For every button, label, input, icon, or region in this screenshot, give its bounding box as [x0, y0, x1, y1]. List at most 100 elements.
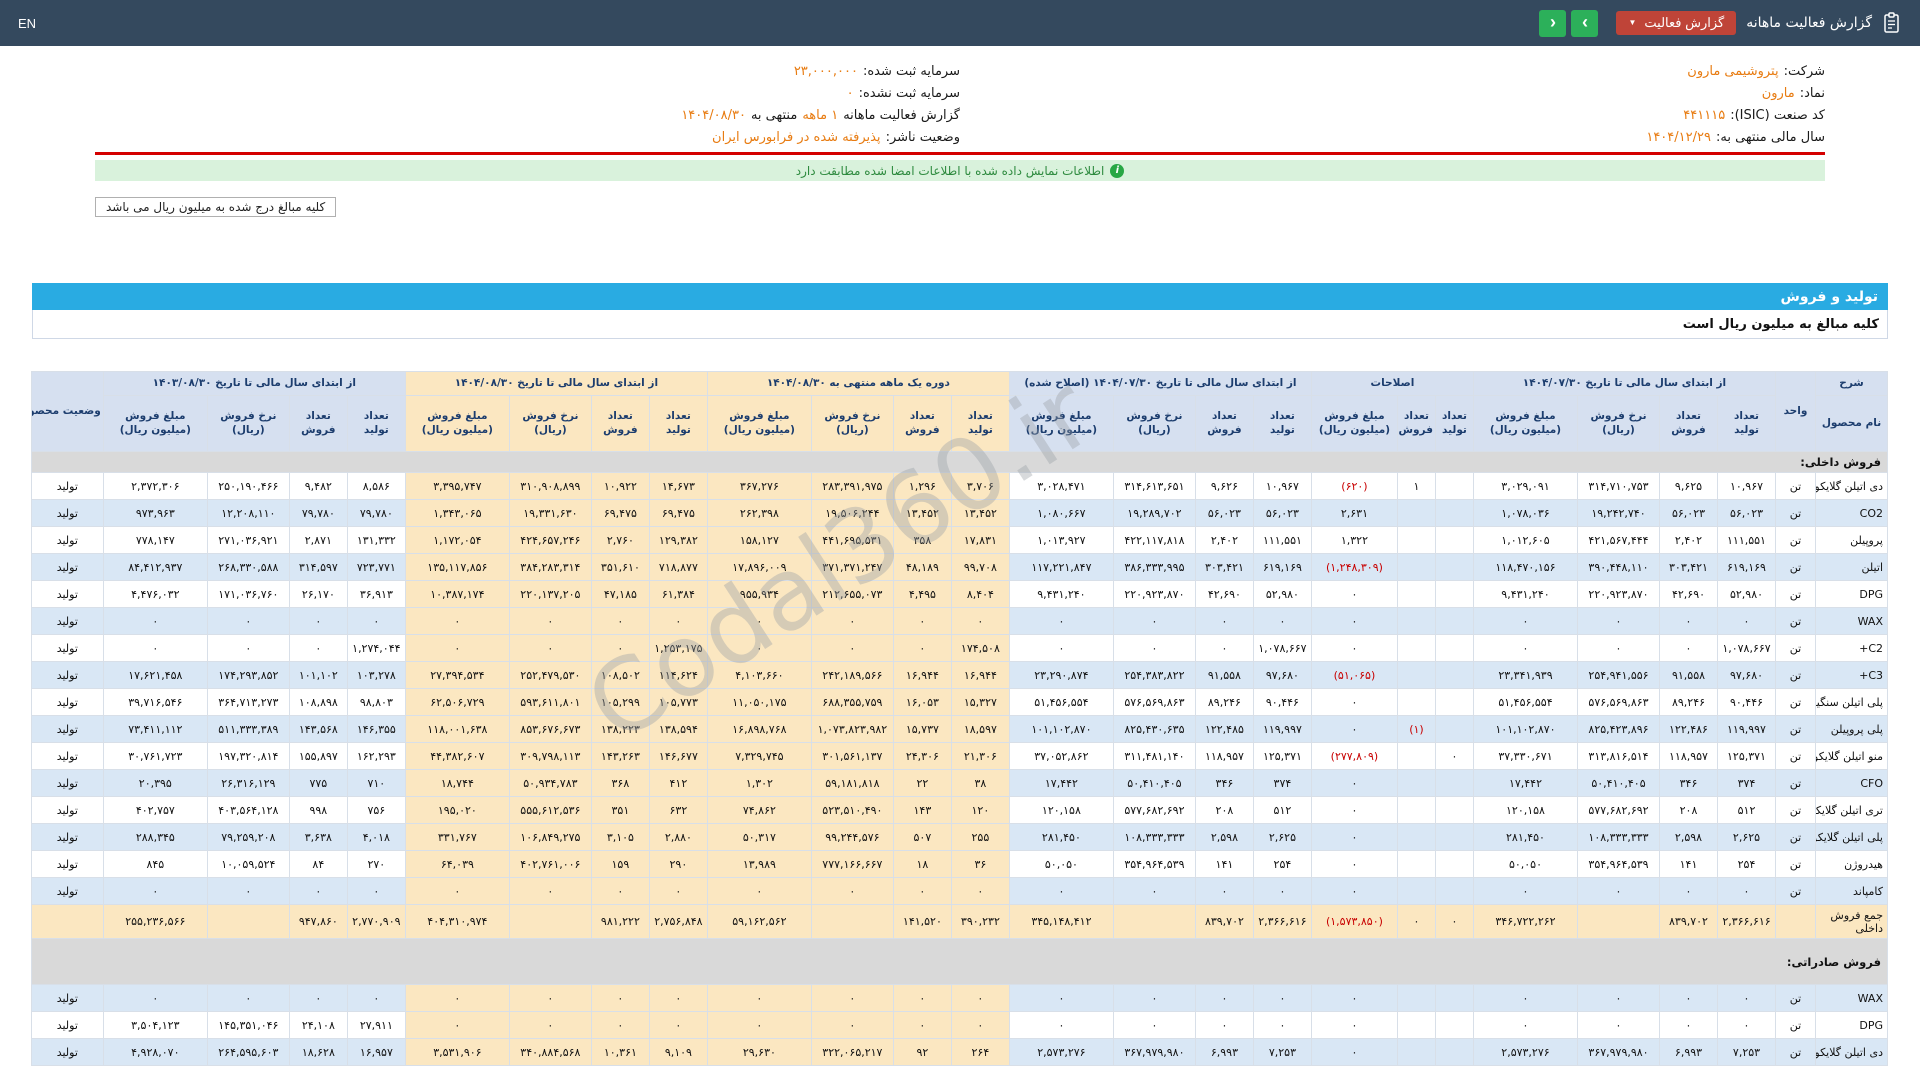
table-cell: ۲۴۲,۱۸۹,۵۶۶ — [810, 661, 894, 689]
previous-report-button[interactable]: ‹ — [1539, 9, 1567, 37]
table-cell: (۶۲۰) — [1310, 472, 1398, 500]
table-cell: ۱۵۹ — [590, 850, 650, 878]
table-cell: ۰ — [1434, 904, 1474, 939]
table-cell: ۳,۷۰۶ — [950, 472, 1010, 500]
table-cell: ۷۹,۷۸۰ — [288, 499, 348, 527]
table-cell — [1434, 607, 1474, 635]
info-value: ۲۳,۰۰۰,۰۰۰ — [793, 63, 858, 79]
table-cell: ۳۹,۷۱۶,۵۴۶ — [102, 688, 208, 716]
table-cell: ۲۳,۲۹۰,۸۷۴ — [1008, 661, 1114, 689]
table-cell: ۰ — [288, 607, 348, 635]
next-report-button[interactable]: › — [1571, 9, 1599, 37]
table-cell: ۰ — [706, 607, 812, 635]
table-cell — [1396, 796, 1436, 824]
table-cell: ۹۷,۶۸۰ — [1252, 661, 1312, 689]
table-cell: ۰ — [1008, 607, 1114, 635]
table-cell: ۲۵۴,۳۸۳,۸۲۲ — [1112, 661, 1196, 689]
table-cell: ۵۱,۴۵۶,۵۵۴ — [1472, 688, 1579, 716]
table-row: جمع فروش داخلی ۲,۳۶۶,۶۱۶ ۸۳۹,۷۰۲ ۳۴۶,۷۲۲,۲۶… — [30, 904, 1888, 939]
production-sales-table-wrap: شرح واحد از ابتدای سال مالی تا تاریخ ۱۴۰۴/… — [30, 354, 1889, 1066]
table-cell: ۲,۶۲۵ — [1252, 823, 1312, 851]
table-cell — [1396, 877, 1436, 905]
table-cell: ۰ — [206, 877, 290, 905]
unit-cell: تن — [1775, 607, 1816, 635]
table-cell — [1396, 607, 1436, 635]
unit-cell: تن — [1775, 742, 1816, 770]
table-row: اتیلن تن ۶۱۹,۱۶۹ ۳۰۳,۴۲۱ ۳۹۰,۴۴۸,۱۱۰ ۱۱۸,۴۷۰,… — [30, 553, 1888, 581]
table-cell: ۲۲۰,۱۳۷,۲۰۵ — [508, 580, 592, 608]
table-cell: ۵۰,۴۱۰,۴۰۵ — [1577, 769, 1660, 797]
table-cell: (۱,۵۷۳,۸۵۰) — [1310, 904, 1398, 939]
table-header-cell: از ابتدای سال مالی تا تاریخ ۱۴۰۴/۰۷/۳۰ — [1472, 371, 1777, 396]
table-cell: ۰ — [810, 1011, 894, 1039]
table-cell: ۱۴۳,۵۶۸ — [288, 715, 348, 743]
table-cell — [206, 904, 290, 939]
table-cell: ۰ — [892, 877, 952, 905]
table-cell: ۳۵۴,۹۶۴,۵۳۹ — [1577, 850, 1660, 878]
unit-cell: تن — [1775, 661, 1816, 689]
table-cell: ۲۶,۱۷۰ — [288, 580, 348, 608]
table-cell: ۲۶۴ — [950, 1038, 1010, 1066]
table-cell: ۵۲۳,۵۱۰,۴۹۰ — [810, 796, 894, 824]
table-cell: ۰ — [1310, 850, 1398, 878]
table-cell: ۳۴۰,۸۸۴,۵۶۸ — [508, 1038, 592, 1066]
table-cell: ۰ — [590, 634, 650, 662]
table-cell: ۵۲,۹۸۰ — [1252, 580, 1312, 608]
table-cell — [1396, 742, 1436, 770]
table-cell: ۲۱۲,۶۵۵,۰۷۳ — [810, 580, 894, 608]
table-cell: ۱۳,۴۵۲ — [950, 499, 1010, 527]
table-cell — [1396, 984, 1436, 1012]
table-cell: ۰ — [892, 634, 952, 662]
company-info-right-column: شرکت: پتروشیمی مارون نماد: مارون کد صنعت (IS… — [960, 60, 1825, 148]
product-name-cell: تری اتیلن گلایکول — [1815, 796, 1888, 824]
table-cell — [1434, 1011, 1474, 1039]
status-cell: تولید — [30, 715, 104, 743]
table-cell: ۴۲۲,۱۱۷,۸۱۸ — [1112, 526, 1196, 554]
table-cell: ۳۵۱,۶۱۰ — [590, 553, 650, 581]
table-cell: ۱۲,۲۰۸,۱۱۰ — [206, 499, 290, 527]
table-cell: ۲,۶۳۱ — [1310, 499, 1398, 527]
table-cell — [508, 904, 592, 939]
table-cell: ۳۰۹,۷۹۸,۱۱۳ — [508, 742, 592, 770]
product-name-cell: پلی اتیلن سنگین — [1815, 688, 1888, 716]
table-cell — [1434, 526, 1474, 554]
table-cell: ۹۰,۴۴۶ — [1252, 688, 1312, 716]
table-cell: ۱۱,۰۵۰,۱۷۵ — [706, 688, 812, 716]
product-name-cell: DPG — [1815, 580, 1888, 608]
table-row: هیدروژن تن ۲۵۴ ۱۴۱ ۳۵۴,۹۶۴,۵۳۹ ۵۰,۰۵۰ ۰ ۲۵۴ ۱۴۱ ۳… — [30, 850, 1888, 878]
table-cell: ۳۵۴,۹۶۴,۵۳۹ — [1112, 850, 1196, 878]
table-cell: ۰ — [892, 984, 952, 1012]
table-header-cell: از ابتدای سال مالی تا تاریخ ۱۴۰۴/۰۷/۳۰ (… — [1008, 371, 1312, 396]
table-cell: ۳۷۴ — [1252, 769, 1312, 797]
table-cell — [1434, 499, 1474, 527]
table-cell: ۱۴۵,۳۵۱,۰۴۶ — [206, 1011, 290, 1039]
table-cell — [1396, 553, 1436, 581]
table-cell: ۰ — [1112, 877, 1196, 905]
table-cell: ۰ — [590, 877, 650, 905]
table-cell: ۱۰,۹۶۷ — [1252, 472, 1312, 500]
table-cell: ۱۷۴,۲۹۳,۸۵۲ — [206, 661, 290, 689]
table-cell — [1434, 634, 1474, 662]
table-cell: ۳۴۶,۷۲۲,۲۶۲ — [1472, 904, 1579, 939]
product-name-cell: هیدروژن — [1815, 850, 1888, 878]
table-cell: ۰ — [1434, 742, 1474, 770]
table-cell: ۳۵۸ — [892, 526, 952, 554]
table-cell: ۱۵,۷۳۷ — [892, 715, 952, 743]
table-cell: ۰ — [1717, 984, 1776, 1012]
table-cell: ۱۴۳ — [892, 796, 952, 824]
activity-report-dropdown[interactable]: گزارش فعالیت ▼ — [1616, 11, 1737, 35]
language-toggle[interactable]: EN — [18, 16, 36, 31]
table-cell: ۱,۰۷۸,۰۳۶ — [1472, 499, 1579, 527]
info-row: شرکت: پتروشیمی مارون — [960, 60, 1825, 82]
table-cell: ۲۷,۳۹۴,۵۳۴ — [404, 661, 510, 689]
signature-notice: i اطلاعات نمایش داده شده با اطلاعات امضا… — [95, 160, 1825, 181]
table-cell — [1396, 580, 1436, 608]
table-cell: ۰ — [1310, 796, 1398, 824]
table-cell: ۰ — [1008, 984, 1114, 1012]
table-cell: ۹۷۳,۹۶۳ — [102, 499, 208, 527]
table-cell — [1434, 796, 1474, 824]
table-cell: ۳۱۴,۶۱۳,۶۵۱ — [1112, 472, 1196, 500]
status-cell: تولید — [30, 661, 104, 689]
table-cell: ۰ — [706, 877, 812, 905]
table-cell: ۵۶,۰۲۳ — [1659, 499, 1718, 527]
